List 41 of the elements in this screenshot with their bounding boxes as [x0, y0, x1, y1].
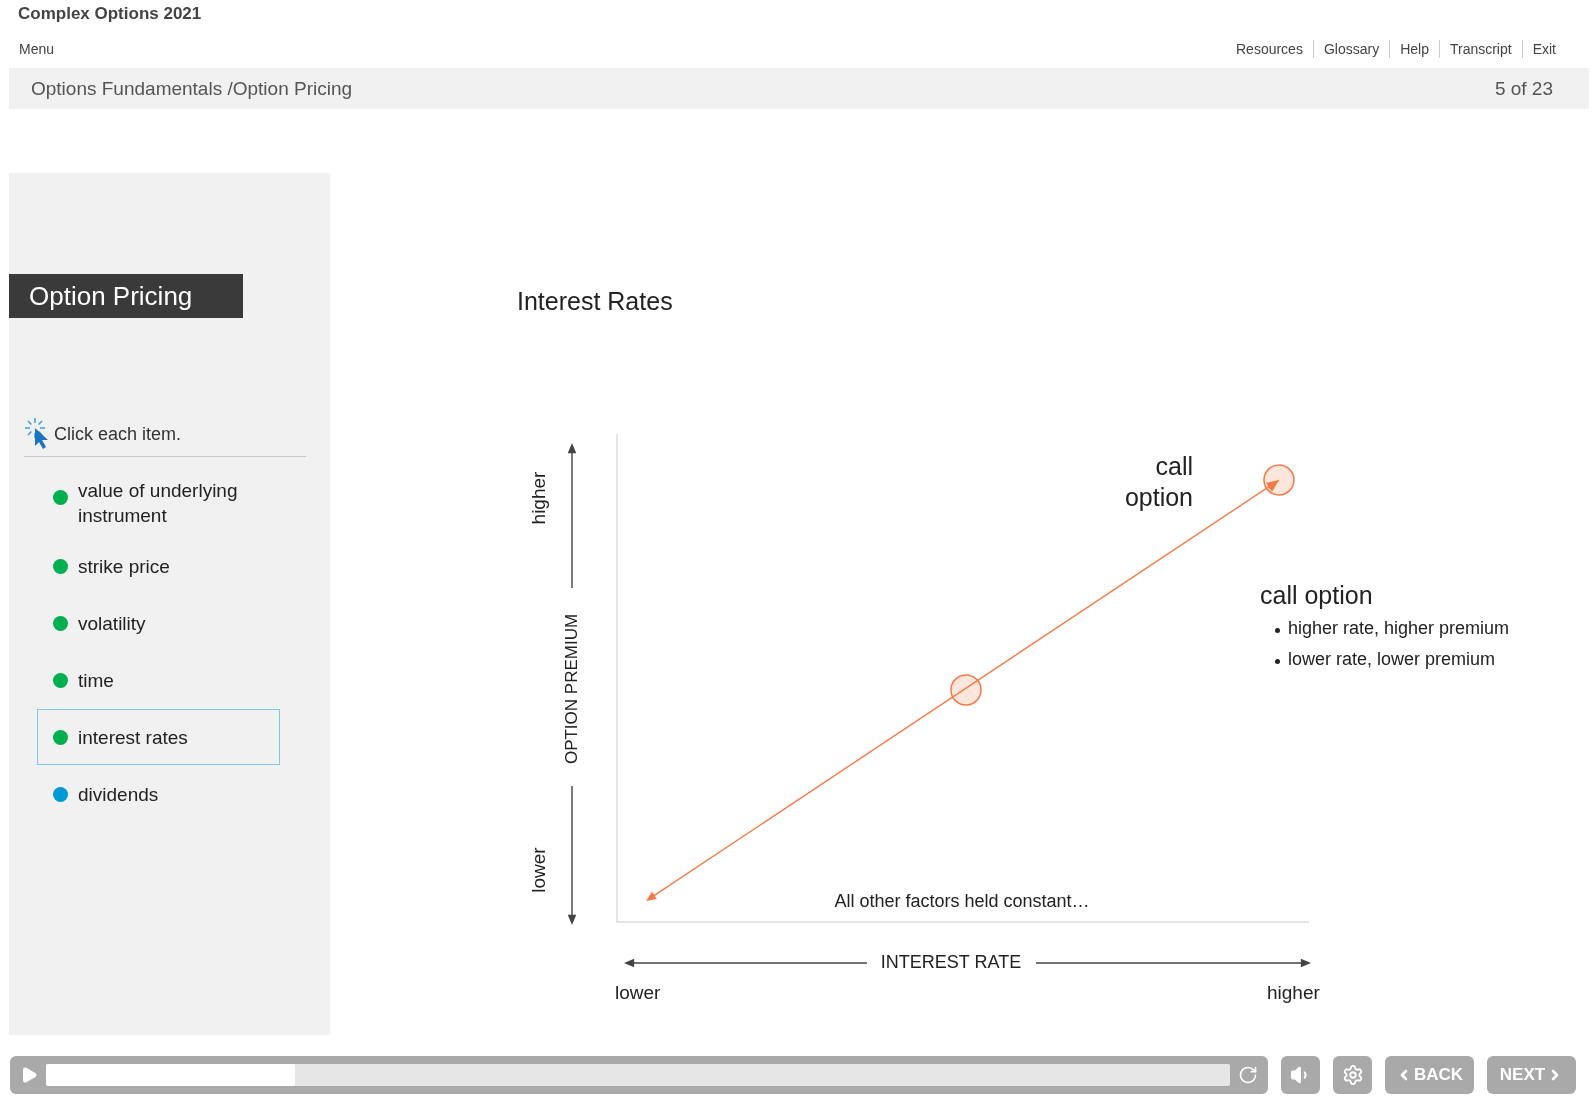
- section-banner: Option Pricing: [9, 274, 243, 318]
- course-title: Complex Options 2021: [17, 3, 203, 25]
- nav-link[interactable]: Exit: [1521, 40, 1566, 58]
- callout-bullet: lower rate, lower premium: [1288, 649, 1496, 670]
- progress-track[interactable]: [46, 1064, 1230, 1086]
- nav-link[interactable]: Resources: [1226, 40, 1313, 58]
- volume-button[interactable]: [1281, 1056, 1320, 1094]
- axis-title: INTEREST RATE: [880, 952, 1022, 973]
- page-counter: 5 of 23: [1494, 77, 1553, 100]
- settings-button[interactable]: [1333, 1056, 1372, 1094]
- note-text: All other factors held constant…: [834, 891, 1090, 912]
- axis-end-label: higher: [1267, 982, 1320, 1004]
- topic-item[interactable]: value of underlying instrument: [37, 469, 280, 537]
- topic-item[interactable]: interest rates: [37, 709, 280, 765]
- callout-title: call option: [1260, 581, 1373, 610]
- hotspot-circle[interactable]: [950, 674, 982, 706]
- slide-title: Interest Rates: [517, 287, 673, 316]
- topic-item[interactable]: dividends: [37, 766, 280, 822]
- axis-end-label: higher: [528, 471, 550, 525]
- topic-item[interactable]: volatility: [37, 595, 280, 651]
- callout-bullet: higher rate, higher premium: [1288, 618, 1510, 639]
- topic-item[interactable]: strike price: [37, 538, 280, 594]
- nav-link[interactable]: Help: [1389, 40, 1439, 58]
- nav-link[interactable]: Glossary: [1312, 40, 1390, 58]
- bullet-icon: [1275, 659, 1280, 664]
- hotspot-circle[interactable]: [1263, 464, 1295, 496]
- topic-item[interactable]: time: [37, 652, 280, 708]
- axis-end-label: lower: [615, 982, 661, 1004]
- play-icon[interactable]: [20, 1066, 38, 1084]
- breadcrumb-path: Options Fundamentals /Option Pricing: [31, 77, 353, 100]
- replay-icon[interactable]: [1238, 1065, 1258, 1085]
- settings-icon: [1341, 1064, 1364, 1086]
- bullet-icon: [1275, 628, 1280, 633]
- axis-end-label: lower: [528, 847, 550, 893]
- menu-link[interactable]: Menu: [19, 41, 55, 57]
- line-label: call option: [1123, 451, 1193, 513]
- axis-title: OPTION PREMIUM: [562, 613, 582, 765]
- instruction-text: Click each item.: [54, 423, 182, 445]
- trend-arrow-head: [1266, 480, 1279, 492]
- pointer-click-icon: [24, 418, 50, 450]
- nav-link[interactable]: Transcript: [1438, 40, 1522, 58]
